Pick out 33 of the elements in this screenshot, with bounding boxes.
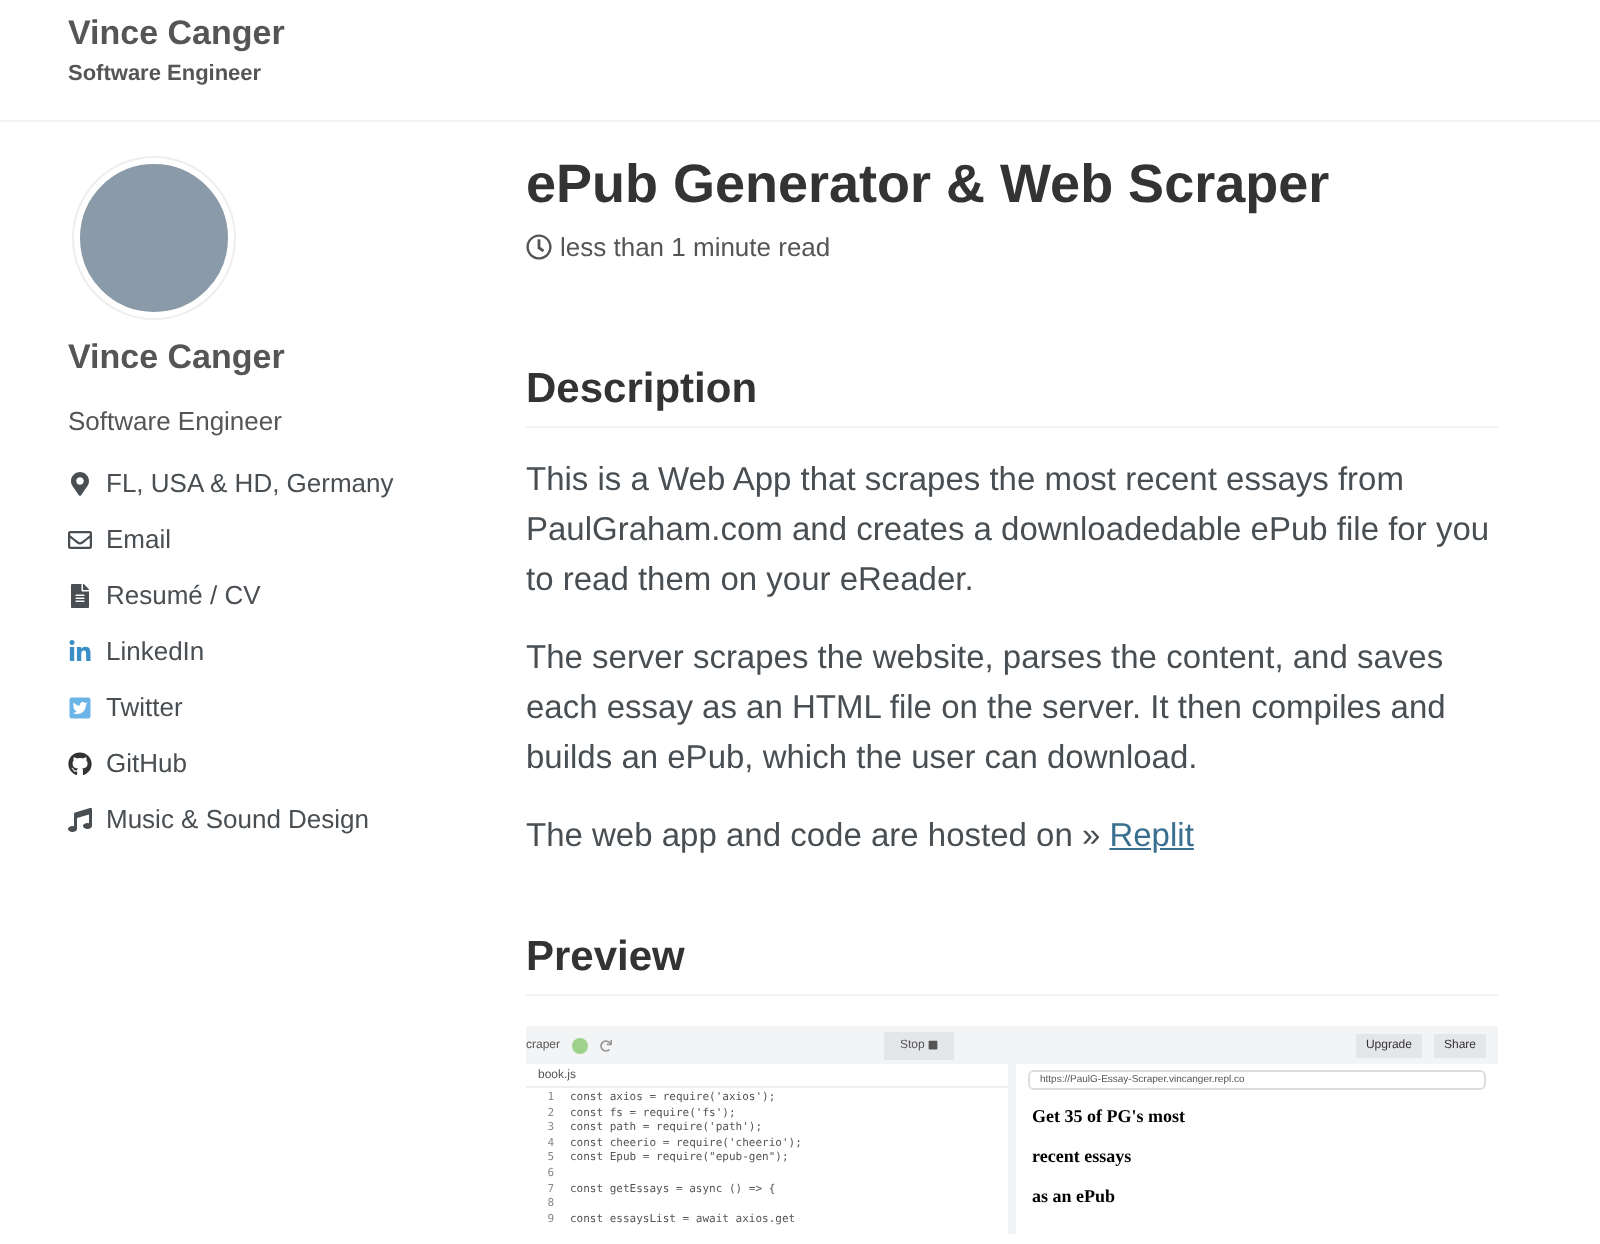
sidebar-link[interactable]: Music & Sound Design [106, 800, 370, 838]
replit-link[interactable]: Replit [1109, 818, 1194, 854]
sidebar-link[interactable]: FL, USA & HD, Germany [106, 464, 394, 502]
read-time: less than 1 minute read [560, 232, 831, 262]
status-dot [572, 1037, 589, 1053]
envelope-icon [68, 527, 92, 551]
sidebar-link[interactable]: LinkedIn [106, 632, 205, 670]
twitter-icon [68, 695, 92, 719]
output-heading: as an ePub [1032, 1186, 1118, 1206]
paragraph: The web app and code are hosted on » Replit [526, 816, 1196, 858]
github-icon [68, 751, 92, 775]
section-heading: Description [526, 366, 1498, 428]
sidebar-link[interactable]: Twitter [106, 688, 183, 726]
output-heading: Get 35 of PG's most [1032, 1106, 1187, 1126]
output-heading: recent essays [1032, 1146, 1134, 1166]
site-title[interactable]: Vince Canger [68, 14, 1600, 54]
author-bio: Software Engineer [68, 406, 284, 436]
location-pin-icon [68, 471, 92, 495]
paragraph: The server scrapes the website, parses the content, and saves each essay as an HTML file on the server. It then compiles and builds an ePub, which the user can download. [526, 638, 1448, 780]
sidebar-link[interactable]: Resumé / CV [106, 576, 261, 614]
sidebar-link[interactable]: GitHub [106, 744, 187, 782]
site-subtitle: Software Engineer [68, 62, 264, 86]
author-name: Vince Canger [68, 338, 287, 378]
linkedin-icon [68, 639, 92, 663]
history-icon [600, 1039, 613, 1051]
sidebar-link[interactable]: Email [106, 520, 172, 558]
clock-icon [526, 234, 552, 260]
paragraph: This is a Web App that scrapes the most recent essays from PaulGraham.com and creates a downloadedable ePub file for you to read them on your eReader. [526, 460, 1492, 602]
page-title: ePub Generator & Web Scraper [526, 154, 1332, 216]
stop-icon [928, 1040, 939, 1050]
music-note-icon [68, 807, 92, 831]
section-heading: Preview [526, 934, 1498, 996]
document-icon [68, 583, 92, 607]
